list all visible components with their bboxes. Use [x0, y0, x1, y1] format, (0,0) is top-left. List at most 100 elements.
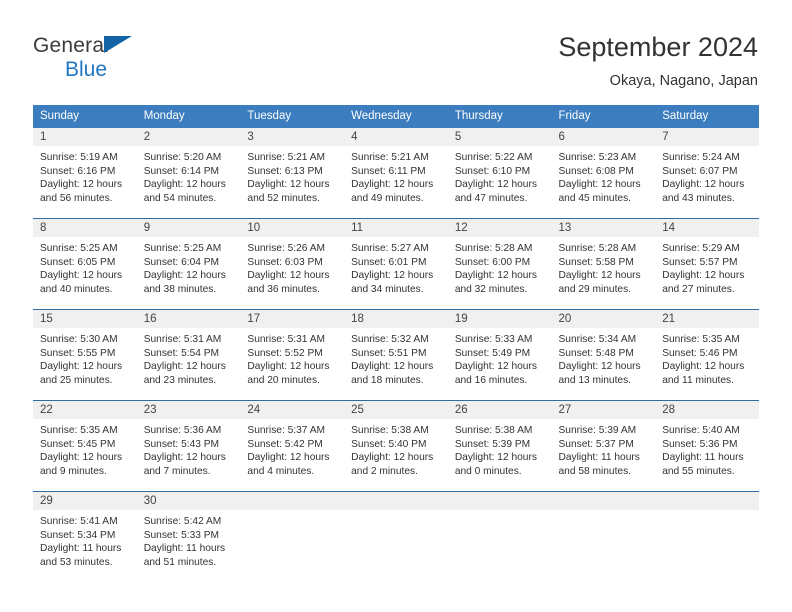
calendar-day-cell[interactable]: 25 Sunrise: 5:38 AM Sunset: 5:40 PM Dayligh… — [344, 400, 448, 492]
day-cell-inner — [655, 492, 759, 582]
sunrise-time: Sunrise: 5:25 AM — [143, 243, 222, 254]
calendar-day-cell[interactable]: 11 Sunrise: 5:27 AM Sunset: 6:01 PM Dayligh… — [344, 218, 448, 310]
calendar-day-cell[interactable]: 14 Sunrise: 5:29 AM Sunset: 5:57 PM Dayligh… — [655, 218, 759, 310]
sunset-time: Sunset: 5:34 PM — [40, 529, 116, 541]
day-cell-inner: 28 Sunrise: 5:40 AM Sunset: 5:36 PM Dayligh… — [655, 401, 759, 491]
daylight-duration-line-2: and 7 minutes. — [143, 465, 211, 477]
day-sun-info: Sunrise: 5:38 AM Sunset: 5:39 PM Daylight:… — [448, 419, 552, 478]
day-sun-info: Sunrise: 5:30 AM Sunset: 5:55 PM Daylight:… — [33, 328, 137, 387]
calendar-day-cell[interactable]: 19 Sunrise: 5:33 AM Sunset: 5:49 PM Dayligh… — [447, 309, 552, 401]
daylight-duration-line-1: Daylight: 12 hours — [143, 179, 226, 191]
calendar-day-cell[interactable]: 1 Sunrise: 5:19 AM Sunset: 6:16 PM Daylight… — [33, 128, 137, 219]
calendar-day-cell[interactable]: 16 Sunrise: 5:31 AM Sunset: 5:54 PM Dayligh… — [136, 309, 241, 401]
sunset-time: Sunset: 5:55 PM — [40, 347, 116, 359]
daylight-duration-line-1: Daylight: 12 hours — [454, 270, 537, 282]
day-sun-info: Sunrise: 5:29 AM Sunset: 5:57 PM Daylight:… — [655, 237, 759, 296]
day-cell-inner: 24 Sunrise: 5:37 AM Sunset: 5:42 PM Dayligh… — [240, 401, 345, 491]
day-cell-inner: 8 Sunrise: 5:25 AM Sunset: 6:05 PM Daylight… — [33, 219, 137, 309]
daylight-duration-line-1: Daylight: 11 hours — [40, 543, 122, 555]
calendar-day-cell[interactable]: 8 Sunrise: 5:25 AM Sunset: 6:05 PM Daylight… — [33, 218, 137, 310]
calendar-day-cell[interactable]: 22 Sunrise: 5:35 AM Sunset: 5:45 PM Dayligh… — [33, 400, 137, 492]
calendar-header-row: Sunday Monday Tuesday Wednesday Thursday… — [33, 105, 759, 128]
calendar-day-cell[interactable]: 9 Sunrise: 5:25 AM Sunset: 6:04 PM Daylight… — [136, 218, 241, 310]
day-sun-info: Sunrise: 5:25 AM Sunset: 6:05 PM Daylight:… — [33, 237, 137, 296]
day-number — [551, 492, 656, 510]
calendar-day-cell[interactable]: 3 Sunrise: 5:21 AM Sunset: 6:13 PM Daylight… — [240, 128, 345, 219]
day-cell-inner — [551, 492, 656, 582]
calendar-day-cell[interactable]: 12 Sunrise: 5:28 AM Sunset: 6:00 PM Dayligh… — [447, 218, 552, 310]
daylight-duration-line-2: and 13 minutes. — [558, 374, 632, 386]
general-blue-logo[interactable]: General Blue — [33, 35, 253, 81]
day-number: 6 — [551, 128, 656, 146]
daylight-duration-line-2: and 45 minutes. — [558, 192, 632, 204]
day-sun-info: Sunrise: 5:35 AM Sunset: 5:46 PM Daylight:… — [655, 328, 759, 387]
calendar-day-cell[interactable]: 2 Sunrise: 5:20 AM Sunset: 6:14 PM Daylight… — [136, 128, 241, 219]
weekday-header-friday: Friday — [551, 105, 656, 128]
sunset-time: Sunset: 5:52 PM — [247, 347, 323, 359]
sunset-time: Sunset: 5:36 PM — [662, 438, 738, 450]
daylight-duration-line-2: and 49 minutes. — [351, 192, 424, 204]
daylight-duration-line-2: and 53 minutes. — [40, 556, 113, 568]
sunset-time: Sunset: 6:08 PM — [558, 165, 634, 177]
day-sun-info: Sunrise: 5:22 AM Sunset: 6:10 PM Daylight:… — [448, 146, 552, 205]
daylight-duration-line-2: and 55 minutes. — [662, 465, 735, 477]
calendar-day-cell[interactable]: 18 Sunrise: 5:32 AM Sunset: 5:51 PM Dayligh… — [344, 309, 448, 401]
day-sun-info: Sunrise: 5:33 AM Sunset: 5:49 PM Daylight:… — [448, 328, 552, 387]
calendar-day-cell[interactable]: 21 Sunrise: 5:35 AM Sunset: 5:46 PM Dayligh… — [655, 309, 759, 401]
calendar-day-cell-empty — [240, 491, 345, 582]
calendar-day-cell[interactable]: 5 Sunrise: 5:22 AM Sunset: 6:10 PM Daylight… — [447, 128, 552, 219]
calendar-day-cell[interactable]: 27 Sunrise: 5:39 AM Sunset: 5:37 PM Dayligh… — [551, 400, 656, 492]
sunrise-time: Sunrise: 5:30 AM — [40, 334, 118, 345]
sunrise-time: Sunrise: 5:41 AM — [40, 516, 118, 527]
daylight-duration-line-2: and 9 minutes. — [40, 465, 107, 477]
day-number: 22 — [33, 401, 137, 419]
calendar-day-cell[interactable]: 10 Sunrise: 5:26 AM Sunset: 6:03 PM Dayligh… — [240, 218, 345, 310]
calendar-day-cell[interactable]: 7 Sunrise: 5:24 AM Sunset: 6:07 PM Daylight… — [655, 128, 759, 219]
sunrise-time: Sunrise: 5:25 AM — [40, 243, 118, 254]
sunrise-time: Sunrise: 5:38 AM — [454, 425, 533, 436]
title-block: September 2024 Okaya, Nagano, Japan — [558, 30, 758, 91]
calendar-day-cell[interactable]: 13 Sunrise: 5:28 AM Sunset: 5:58 PM Dayligh… — [551, 218, 656, 310]
day-cell-inner: 2 Sunrise: 5:20 AM Sunset: 6:14 PM Daylight… — [136, 128, 241, 218]
day-sun-info: Sunrise: 5:26 AM Sunset: 6:03 PM Daylight:… — [240, 237, 344, 296]
day-cell-inner — [344, 492, 448, 582]
calendar-day-cell[interactable]: 23 Sunrise: 5:36 AM Sunset: 5:43 PM Dayligh… — [136, 400, 241, 492]
calendar-day-cell-empty — [344, 491, 448, 582]
day-sun-info — [552, 510, 656, 515]
calendar-day-cell[interactable]: 24 Sunrise: 5:37 AM Sunset: 5:42 PM Dayligh… — [240, 400, 345, 492]
day-sun-info: Sunrise: 5:32 AM Sunset: 5:51 PM Daylight:… — [344, 328, 448, 387]
day-number: 29 — [33, 492, 137, 510]
weekday-header-wednesday: Wednesday — [344, 105, 448, 128]
sunset-time: Sunset: 5:48 PM — [558, 347, 634, 359]
day-sun-info: Sunrise: 5:35 AM Sunset: 5:45 PM Daylight:… — [33, 419, 137, 478]
calendar-day-cell[interactable]: 26 Sunrise: 5:38 AM Sunset: 5:39 PM Dayligh… — [447, 400, 552, 492]
sunrise-time: Sunrise: 5:24 AM — [662, 152, 740, 163]
sunset-time: Sunset: 5:57 PM — [662, 256, 738, 268]
calendar-week-row: 15 Sunrise: 5:30 AM Sunset: 5:55 PM Dayligh… — [33, 309, 759, 401]
page-subtitle: Okaya, Nagano, Japan — [609, 73, 758, 89]
day-cell-inner: 29 Sunrise: 5:41 AM Sunset: 5:34 PM Dayligh… — [33, 492, 137, 582]
calendar-day-cell[interactable]: 17 Sunrise: 5:31 AM Sunset: 5:52 PM Dayligh… — [240, 309, 345, 401]
calendar-day-cell[interactable]: 15 Sunrise: 5:30 AM Sunset: 5:55 PM Dayligh… — [33, 309, 137, 401]
daylight-duration-line-1: Daylight: 12 hours — [40, 452, 123, 464]
sunset-time: Sunset: 6:00 PM — [454, 256, 531, 268]
sunrise-time: Sunrise: 5:42 AM — [143, 516, 222, 527]
calendar-week-row: 1 Sunrise: 5:19 AM Sunset: 6:16 PM Daylight… — [33, 128, 759, 219]
day-sun-info: Sunrise: 5:41 AM Sunset: 5:34 PM Daylight:… — [33, 510, 137, 569]
calendar-day-cell[interactable]: 6 Sunrise: 5:23 AM Sunset: 6:08 PM Daylight… — [551, 128, 656, 219]
sunrise-time: Sunrise: 5:36 AM — [143, 425, 222, 436]
calendar-day-cell[interactable]: 29 Sunrise: 5:41 AM Sunset: 5:34 PM Dayligh… — [33, 491, 137, 582]
day-number: 4 — [344, 128, 448, 146]
calendar-day-cell[interactable]: 4 Sunrise: 5:21 AM Sunset: 6:11 PM Daylight… — [344, 128, 448, 219]
day-cell-inner: 25 Sunrise: 5:38 AM Sunset: 5:40 PM Dayligh… — [344, 401, 448, 491]
day-number: 10 — [240, 219, 345, 237]
daylight-duration-line-2: and 0 minutes. — [454, 465, 522, 477]
calendar-day-cell[interactable]: 28 Sunrise: 5:40 AM Sunset: 5:36 PM Dayligh… — [655, 400, 759, 492]
sunrise-time: Sunrise: 5:28 AM — [454, 243, 533, 254]
weekday-header-sunday: Sunday — [33, 105, 137, 128]
day-number: 14 — [655, 219, 759, 237]
daylight-duration-line-1: Daylight: 12 hours — [662, 270, 745, 282]
calendar-day-cell[interactable]: 20 Sunrise: 5:34 AM Sunset: 5:48 PM Dayligh… — [551, 309, 656, 401]
daylight-duration-line-2: and 47 minutes. — [454, 192, 528, 204]
calendar-day-cell[interactable]: 30 Sunrise: 5:42 AM Sunset: 5:33 PM Dayligh… — [136, 491, 241, 582]
